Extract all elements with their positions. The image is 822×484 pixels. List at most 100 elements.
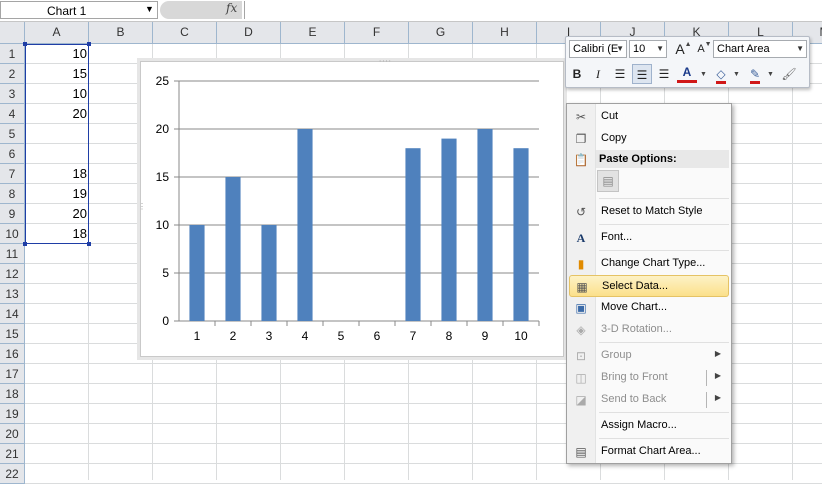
menu-item-move-chart[interactable]: ▣ Move Chart... — [569, 297, 729, 319]
paste-option-button[interactable]: ▤ — [597, 170, 619, 192]
menu-item-select-data[interactable]: ▦ Select Data... — [569, 275, 729, 297]
x-tick-label: 1 — [194, 329, 201, 343]
range-handle[interactable] — [87, 242, 91, 246]
menu-label: Reset to Match Style — [601, 205, 703, 217]
row-header-1[interactable]: 1 — [0, 44, 25, 64]
row-header-3[interactable]: 3 — [0, 84, 25, 104]
row-header-22[interactable]: 22 — [0, 464, 25, 484]
row-header-18[interactable]: 18 — [0, 384, 25, 404]
menu-separator — [599, 198, 729, 199]
menu-label: Format Chart Area... — [601, 445, 701, 457]
row-header-21[interactable]: 21 — [0, 444, 25, 464]
x-tick-label: 7 — [410, 329, 417, 343]
menu-item-font[interactable]: A Font... — [569, 227, 729, 249]
row-header-19[interactable]: 19 — [0, 404, 25, 424]
submenu-arrow-icon: ▶ — [714, 371, 721, 380]
row-header-2[interactable]: 2 — [0, 64, 25, 84]
font-name-combo[interactable]: Calibri (E ▼ — [569, 40, 627, 58]
column-header-c[interactable]: C — [153, 22, 217, 43]
menu-item-reset-style[interactable]: ↺ Reset to Match Style — [569, 201, 729, 223]
x-tick-label: 4 — [302, 329, 309, 343]
font-name-value: Calibri (E — [573, 43, 619, 55]
row-header-10[interactable]: 10 — [0, 224, 25, 244]
menu-item-assign-macro[interactable]: Assign Macro... — [569, 415, 729, 437]
chart-element-selector[interactable]: Chart Area ▼ — [713, 40, 807, 58]
menu-item-copy[interactable]: ❐ Copy — [569, 128, 729, 150]
menu-label: Change Chart Type... — [601, 257, 706, 269]
column-header-g[interactable]: G — [409, 22, 473, 43]
menu-item-3d-rotation[interactable]: ◈ 3-D Rotation... — [569, 319, 729, 341]
row-header-13[interactable]: 13 — [0, 284, 25, 304]
y-tick-label: 20 — [156, 122, 170, 136]
font-color-button[interactable]: A — [677, 64, 697, 83]
fill-bucket-button[interactable]: ◇ — [711, 64, 731, 84]
row-header-12[interactable]: 12 — [0, 264, 25, 284]
row-header-7[interactable]: 7 — [0, 164, 25, 184]
column-header-e[interactable]: E — [281, 22, 345, 43]
font-size-value: 10 — [633, 43, 646, 55]
align-left-button[interactable]: ☰ — [610, 64, 630, 84]
x-tick-label: 9 — [482, 329, 489, 343]
formula-input[interactable] — [244, 1, 822, 19]
chevron-down-icon: ▼ — [656, 44, 664, 53]
row-header-8[interactable]: 8 — [0, 184, 25, 204]
italic-button[interactable]: I — [588, 64, 608, 84]
align-left-icon: ☰ — [614, 67, 626, 81]
grow-font-button[interactable]: A ▲ — [670, 39, 691, 59]
name-box[interactable]: Chart 1 ▼ — [0, 1, 158, 19]
chevron-down-icon[interactable]: ▼ — [733, 71, 740, 78]
menu-label: Select Data... — [602, 280, 669, 292]
align-center-button[interactable]: ☰ — [632, 64, 652, 84]
row-header-14[interactable]: 14 — [0, 304, 25, 324]
bar-10 — [513, 148, 529, 321]
menu-item-cut[interactable]: ✂ Cut — [569, 106, 729, 128]
menu-item-group[interactable]: ⊡ Group ▶ — [569, 345, 729, 367]
row-header-6[interactable]: 6 — [0, 144, 25, 164]
submenu-arrow-icon: ▶ — [714, 393, 721, 402]
formula-bar: Chart 1 ▼ fx — [0, 0, 822, 22]
row-header-9[interactable]: 9 — [0, 204, 25, 224]
range-handle[interactable] — [23, 242, 27, 246]
menu-label: Group — [601, 349, 632, 361]
chart-element-value: Chart Area — [717, 43, 770, 55]
row-header-5[interactable]: 5 — [0, 124, 25, 144]
grow-font-icon: A — [675, 41, 685, 57]
chevron-down-icon[interactable]: ▼ — [145, 4, 154, 14]
format-painter-button[interactable]: 🖌 — [779, 64, 799, 84]
row-header-17[interactable]: 17 — [0, 364, 25, 384]
select-all-corner[interactable] — [0, 22, 25, 43]
menu-label: Copy — [601, 132, 627, 144]
menu-separator — [599, 224, 729, 225]
row-header-20[interactable]: 20 — [0, 424, 25, 444]
range-handle[interactable] — [87, 42, 91, 46]
insert-function-icon[interactable]: fx — [226, 1, 237, 15]
menu-item-change-chart-type[interactable]: ▮ Change Chart Type... — [569, 253, 729, 275]
column-header-f[interactable]: F — [345, 22, 409, 43]
column-header-h[interactable]: H — [473, 22, 537, 43]
row-header-15[interactable]: 15 — [0, 324, 25, 344]
bold-button[interactable]: B — [567, 64, 587, 84]
menu-item-format-chart-area[interactable]: ▤ Format Chart Area... — [569, 441, 729, 463]
row-header-16[interactable]: 16 — [0, 344, 25, 364]
y-tick-label: 10 — [156, 218, 170, 232]
range-handle[interactable] — [23, 42, 27, 46]
menu-label: Bring to Front — [601, 371, 668, 383]
column-header-b[interactable]: B — [89, 22, 153, 43]
chevron-down-icon[interactable]: ▼ — [767, 71, 774, 78]
row-header-11[interactable]: 11 — [0, 244, 25, 264]
fill-bucket-icon: ◇ — [716, 67, 726, 84]
shape-outline-button[interactable]: ✎ — [745, 64, 765, 84]
row-header-4[interactable]: 4 — [0, 104, 25, 124]
column-header-d[interactable]: D — [217, 22, 281, 43]
menu-item-bring-to-front[interactable]: ◫ Bring to Front ▶ — [569, 367, 729, 389]
shrink-font-button[interactable]: A ▼ — [691, 39, 711, 59]
font-icon: A — [576, 231, 586, 245]
align-right-button[interactable]: ☰ — [654, 64, 674, 84]
x-tick-label: 3 — [266, 329, 273, 343]
column-header-a[interactable]: A — [25, 22, 89, 43]
menu-item-send-to-back[interactable]: ◪ Send to Back ▶ — [569, 389, 729, 411]
chart-area[interactable]: ∙∙∙∙ ⋮ 0 5 10 15 20 25 1 2 3 4 5 6 7 8 9 10 — [138, 56, 564, 357]
font-size-combo[interactable]: 10 ▼ — [629, 40, 667, 58]
chevron-down-icon[interactable]: ▼ — [700, 71, 707, 78]
menu-label: Assign Macro... — [601, 419, 677, 431]
